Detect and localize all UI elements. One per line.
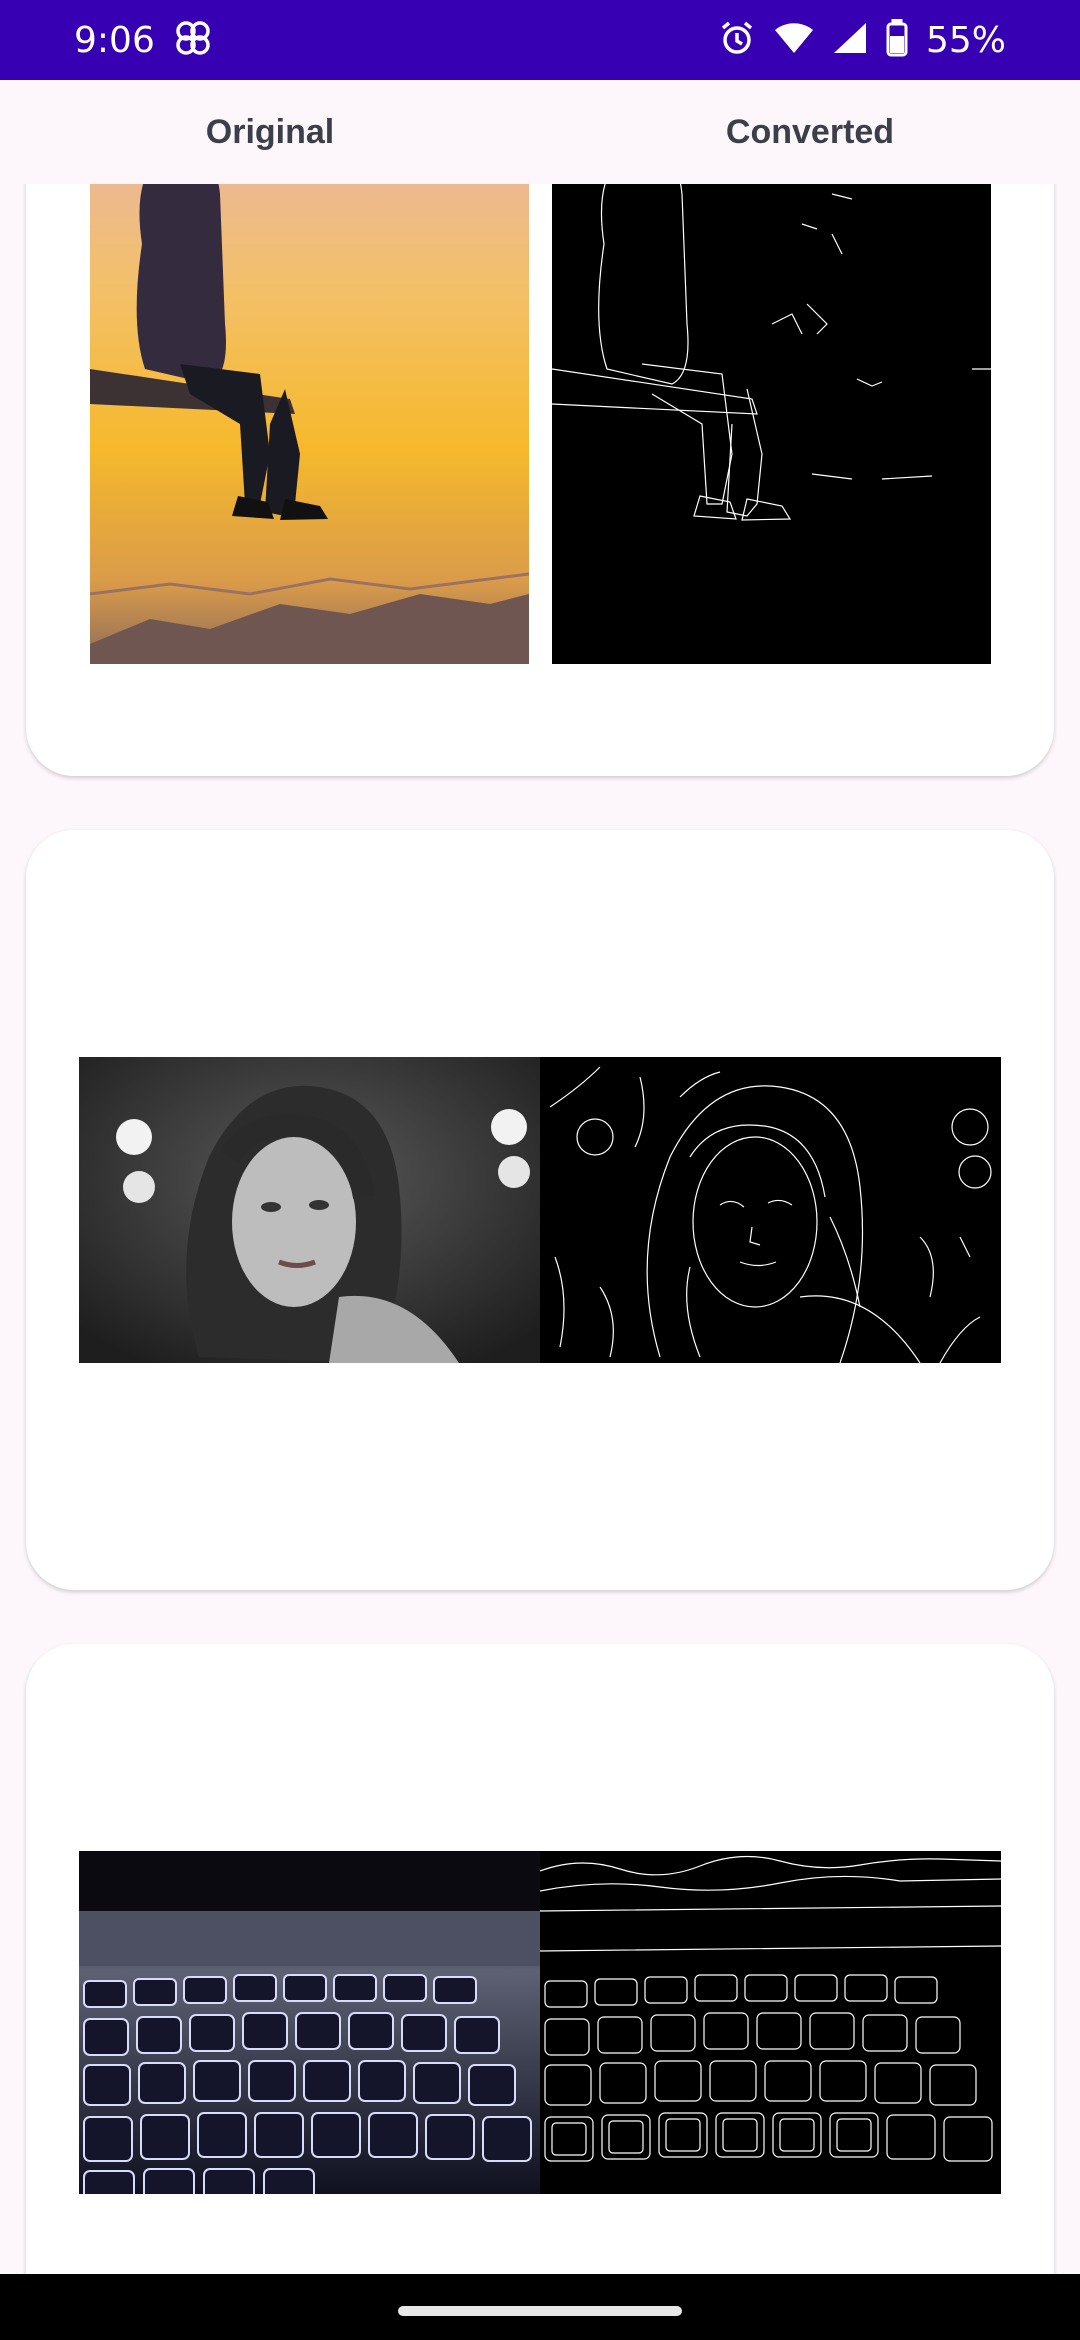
alarm-icon (718, 19, 756, 62)
converted-column-title: Converted (725, 113, 895, 151)
battery-icon (886, 18, 908, 62)
image-pair-card[interactable] (26, 184, 1054, 776)
image-pair-card[interactable] (26, 830, 1054, 1590)
image-pair-list[interactable] (0, 184, 1080, 2274)
pinwheel-icon (173, 18, 213, 63)
converted-image (552, 184, 991, 664)
battery-percent: 55% (925, 19, 1006, 61)
original-image (90, 184, 529, 664)
status-bar: 9:06 55% (0, 0, 1080, 80)
column-header: Original Converted (0, 80, 1080, 184)
signal-icon (832, 21, 868, 60)
converted-image (540, 1851, 1001, 2194)
original-column-title: Original (205, 113, 335, 151)
home-gesture-handle[interactable] (398, 2306, 682, 2316)
wifi-icon (774, 21, 814, 60)
converted-image (540, 1057, 1001, 1363)
status-time: 9:06 (74, 19, 155, 61)
original-image (79, 1851, 540, 2194)
image-pair-card[interactable] (26, 1644, 1054, 2274)
original-image (79, 1057, 540, 1363)
